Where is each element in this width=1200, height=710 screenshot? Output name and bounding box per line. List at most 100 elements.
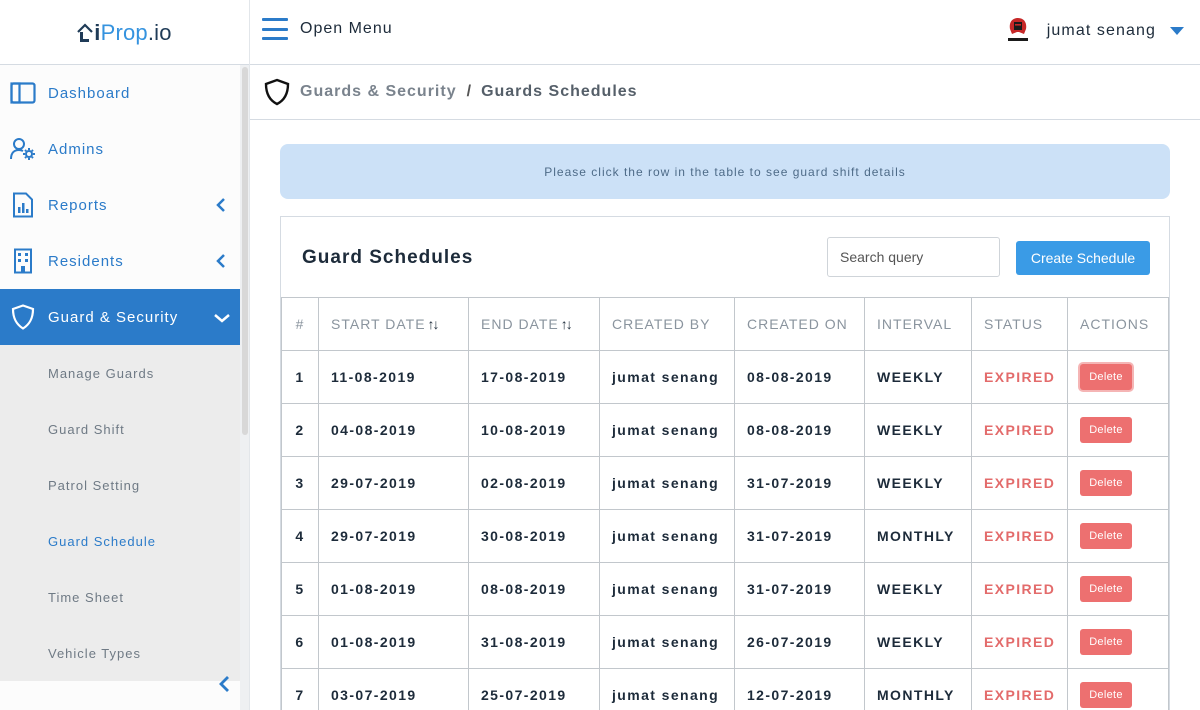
user-name: jumat senang	[1046, 22, 1156, 39]
cell-created-on: 31-07-2019	[734, 509, 865, 563]
brand-logo[interactable]: i Prop .io	[77, 19, 172, 46]
guard-security-submenu: Manage Guards Guard Shift Patrol Setting…	[0, 345, 240, 681]
cell-interval: WEEKLY	[864, 403, 972, 457]
cell-status: EXPIRED	[971, 350, 1068, 404]
breadcrumb-current: Guards Schedules	[481, 83, 638, 100]
cell-index: 5	[281, 562, 319, 616]
avatar	[1007, 18, 1028, 41]
cell-actions: Delete	[1067, 668, 1169, 710]
cell-interval: WEEKLY	[864, 562, 972, 616]
create-schedule-button[interactable]: Create Schedule	[1016, 241, 1150, 275]
shield-icon	[264, 78, 290, 106]
cell-status: EXPIRED	[971, 456, 1068, 510]
cell-created-on: 08-08-2019	[734, 350, 865, 404]
col-header-actions: ACTIONS	[1067, 297, 1169, 351]
sidebar-item-reports[interactable]: Reports	[0, 177, 240, 233]
col-header-created-by: CREATED BY	[599, 297, 735, 351]
col-header-label: START DATE	[331, 316, 426, 332]
delete-button[interactable]: Delete	[1080, 364, 1132, 390]
sidebar-item-label: Reports	[48, 196, 108, 214]
table-row[interactable]: 4 29-07-2019 30-08-2019 jumat senang 31-…	[281, 509, 1169, 563]
cell-created-on: 08-08-2019	[734, 403, 865, 457]
building-icon	[10, 248, 36, 274]
cell-actions: Delete	[1067, 562, 1169, 616]
delete-button[interactable]: Delete	[1080, 417, 1132, 443]
shield-icon	[10, 304, 36, 330]
cell-created-on: 12-07-2019	[734, 668, 865, 710]
cell-created-by: jumat senang	[599, 668, 735, 710]
table-row[interactable]: 2 04-08-2019 10-08-2019 jumat senang 08-…	[281, 403, 1169, 457]
sidebar-subitem-vehicle-types[interactable]: Vehicle Types	[0, 625, 240, 681]
user-gear-icon	[10, 136, 36, 162]
cell-created-on: 31-07-2019	[734, 562, 865, 616]
cell-actions: Delete	[1067, 350, 1169, 404]
top-bar: i Prop .io Open Menu jumat senang	[0, 0, 1200, 65]
cell-end-date: 08-08-2019	[468, 562, 600, 616]
cell-actions: Delete	[1067, 456, 1169, 510]
breadcrumb-parent[interactable]: Guards & Security	[300, 83, 457, 101]
table-row[interactable]: 7 03-07-2019 25-07-2019 jumat senang 12-…	[281, 668, 1169, 710]
cell-status: EXPIRED	[971, 562, 1068, 616]
user-menu[interactable]: jumat senang	[1005, 16, 1184, 46]
cell-interval: MONTHLY	[864, 668, 972, 710]
delete-button[interactable]: Delete	[1080, 470, 1132, 496]
cell-end-date: 30-08-2019	[468, 509, 600, 563]
sidebar-subitem-manage-guards[interactable]: Manage Guards	[0, 345, 240, 401]
col-header-end-date[interactable]: END DATE ↑↓	[468, 297, 600, 351]
delete-button[interactable]: Delete	[1080, 629, 1132, 655]
delete-button[interactable]: Delete	[1080, 523, 1132, 549]
sidebar-scrollbar[interactable]	[242, 67, 248, 435]
cell-created-by: jumat senang	[599, 456, 735, 510]
chevron-left-icon	[216, 198, 225, 212]
cell-end-date: 10-08-2019	[468, 403, 600, 457]
table-row[interactable]: 6 01-08-2019 31-08-2019 jumat senang 26-…	[281, 615, 1169, 669]
sidebar-item-residents[interactable]: Residents	[0, 233, 240, 289]
table-row[interactable]: 1 11-08-2019 17-08-2019 jumat senang 08-…	[281, 350, 1169, 404]
cell-interval: WEEKLY	[864, 350, 972, 404]
col-header-status: STATUS	[971, 297, 1068, 351]
open-menu-button[interactable]: Open Menu	[262, 18, 393, 40]
table-row[interactable]: 5 01-08-2019 08-08-2019 jumat senang 31-…	[281, 562, 1169, 616]
cell-index: 4	[281, 509, 319, 563]
sidebar-menu: Dashboard Admins Reports Residents Guard…	[0, 65, 240, 710]
col-header-start-date[interactable]: START DATE ↑↓	[318, 297, 469, 351]
guard-schedules-card: Guard Schedules Create Schedule # START …	[280, 216, 1170, 710]
sort-icon[interactable]: ↑↓	[561, 316, 573, 332]
chevron-left-icon	[216, 254, 225, 268]
delete-button[interactable]: Delete	[1080, 576, 1132, 602]
cell-start-date: 01-08-2019	[318, 562, 469, 616]
sidebar: Dashboard Admins Reports Residents Guard…	[0, 65, 250, 710]
sidebar-subitem-time-sheet[interactable]: Time Sheet	[0, 569, 240, 625]
house-icon	[77, 22, 94, 42]
delete-button[interactable]: Delete	[1080, 682, 1132, 708]
brand-part-2: Prop	[100, 19, 148, 45]
sidebar-item-guard-security[interactable]: Guard & Security	[0, 289, 240, 345]
brand-area: i Prop .io	[0, 0, 250, 65]
sidebar-subitem-guard-shift[interactable]: Guard Shift	[0, 401, 240, 457]
search-input[interactable]	[827, 237, 1000, 277]
hamburger-icon	[262, 18, 288, 40]
sidebar-item-label: Residents	[48, 252, 124, 270]
sidebar-item-admins[interactable]: Admins	[0, 121, 240, 177]
cell-status: EXPIRED	[971, 403, 1068, 457]
breadcrumb-separator: /	[466, 83, 472, 100]
cell-index: 1	[281, 350, 319, 404]
cell-created-by: jumat senang	[599, 509, 735, 563]
cell-index: 6	[281, 615, 319, 669]
cell-start-date: 04-08-2019	[318, 403, 469, 457]
sidebar-item-label: Guard & Security	[48, 308, 179, 326]
open-menu-label: Open Menu	[300, 20, 393, 37]
col-header-created-on: CREATED ON	[734, 297, 865, 351]
sidebar-subitem-guard-schedule[interactable]: Guard Schedule	[0, 513, 240, 569]
sidebar-subitem-patrol-setting[interactable]: Patrol Setting	[0, 457, 240, 513]
cell-created-on: 26-07-2019	[734, 615, 865, 669]
report-icon	[10, 192, 36, 218]
sidebar-item-dashboard[interactable]: Dashboard	[0, 65, 240, 121]
cell-created-by: jumat senang	[599, 403, 735, 457]
sort-icon[interactable]: ↑↓	[428, 316, 440, 332]
cell-status: EXPIRED	[971, 509, 1068, 563]
table-header-row: # START DATE ↑↓ END DATE ↑↓ CREATED BY CRE…	[281, 297, 1169, 351]
sidebar-item-label: Admins	[48, 140, 105, 158]
collapse-sidebar-icon[interactable]	[218, 676, 230, 692]
table-row[interactable]: 3 29-07-2019 02-08-2019 jumat senang 31-…	[281, 456, 1169, 510]
